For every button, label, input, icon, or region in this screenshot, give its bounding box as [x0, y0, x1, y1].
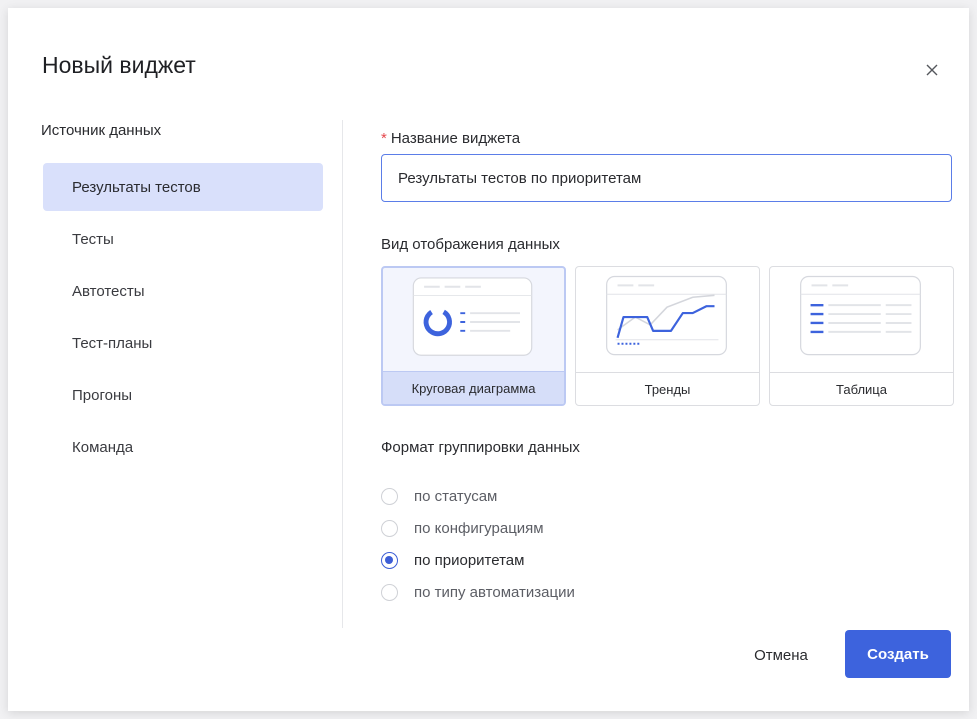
source-item-label: Прогоны — [72, 386, 133, 404]
source-item-autotests[interactable]: Автотесты — [43, 267, 323, 315]
grouping-radio-group: по статусам по конфигурациям по приорите… — [381, 480, 575, 608]
close-icon — [926, 64, 938, 76]
radio-button[interactable] — [381, 519, 398, 537]
source-item-label: Тесты — [72, 230, 114, 248]
source-item-test-plans[interactable]: Тест-планы — [43, 319, 323, 367]
trend-chart-icon — [606, 275, 727, 356]
radio-option-by-automation-type[interactable]: по типу автоматизации — [381, 576, 575, 608]
widget-name-input[interactable] — [381, 154, 952, 202]
view-type-label: Вид отображения данных — [381, 236, 560, 253]
source-item-runs[interactable]: Прогоны — [43, 371, 323, 419]
source-item-test-results[interactable]: Результаты тестов — [43, 163, 323, 211]
radio-button-checked[interactable] — [381, 551, 398, 569]
data-source-label: Источник данных — [41, 122, 162, 139]
grouping-format-label: Формат группировки данных — [381, 439, 580, 456]
widget-name-label: * Название виджета — [381, 130, 520, 147]
pie-chart-icon — [412, 277, 533, 356]
create-button[interactable]: Создать — [845, 630, 951, 678]
required-mark: * — [381, 130, 387, 147]
view-option-label: Круговая диаграмма — [383, 371, 564, 404]
radio-button[interactable] — [381, 487, 398, 505]
radio-button[interactable] — [381, 583, 398, 601]
data-source-list: Результаты тестов Тесты Автотесты Тест-п… — [43, 163, 323, 475]
view-option-pie-chart[interactable]: Круговая диаграмма — [381, 266, 566, 406]
source-item-label: Тест-планы — [72, 334, 153, 352]
dialog-title: Новый виджет — [42, 52, 196, 78]
widget-name-label-text: Название виджета — [390, 130, 521, 147]
radio-option-by-status[interactable]: по статусам — [381, 480, 575, 512]
radio-option-label: по статусам — [414, 487, 498, 505]
source-item-tests[interactable]: Тесты — [43, 215, 323, 263]
view-type-options: Круговая диаграмма Тренды Таблица — [381, 266, 954, 406]
new-widget-dialog: Новый виджет Источник данных Результаты … — [8, 8, 969, 711]
source-item-label: Результаты тестов — [72, 178, 201, 196]
radio-option-label: по конфигурациям — [414, 519, 544, 537]
table-icon — [800, 275, 921, 356]
view-option-label: Тренды — [576, 372, 759, 405]
view-option-label: Таблица — [770, 372, 953, 405]
source-item-label: Команда — [72, 438, 134, 456]
radio-option-label: по типу автоматизации — [414, 583, 575, 601]
radio-option-by-configuration[interactable]: по конфигурациям — [381, 512, 575, 544]
radio-option-by-priority[interactable]: по приоритетам — [381, 544, 575, 576]
view-option-table[interactable]: Таблица — [769, 266, 954, 406]
view-option-trends[interactable]: Тренды — [575, 266, 760, 406]
column-divider — [342, 120, 343, 628]
source-item-label: Автотесты — [72, 282, 145, 300]
radio-option-label: по приоритетам — [414, 551, 525, 569]
source-item-team[interactable]: Команда — [43, 423, 323, 471]
cancel-button[interactable]: Отмена — [726, 631, 836, 679]
close-button[interactable] — [920, 58, 944, 82]
